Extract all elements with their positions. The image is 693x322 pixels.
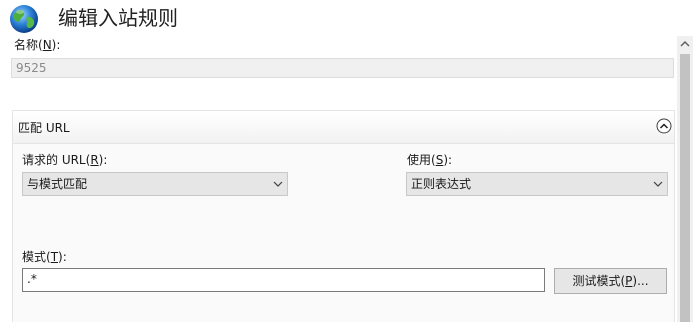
- using-dropdown[interactable]: 正则表达式: [406, 172, 668, 196]
- chevron-down-icon: [653, 181, 663, 187]
- vertical-scrollbar[interactable]: [677, 36, 693, 322]
- section-title: 匹配 URL: [18, 121, 70, 135]
- name-label: 名称(N):: [14, 38, 61, 52]
- using-label: 使用(S):: [407, 153, 453, 167]
- section-header[interactable]: 匹配 URL: [13, 111, 674, 144]
- chevron-up-circle-icon[interactable]: [656, 118, 672, 134]
- scroll-thumb[interactable]: [680, 54, 690, 322]
- requested-url-dropdown[interactable]: 与模式匹配: [22, 172, 288, 196]
- name-field[interactable]: 9525: [11, 58, 674, 78]
- globe-icon: [10, 5, 38, 33]
- requested-url-selected: 与模式匹配: [27, 177, 88, 191]
- page-title: 编辑入站规则: [58, 6, 178, 30]
- using-selected: 正则表达式: [411, 177, 472, 191]
- test-pattern-button[interactable]: 测试模式(P)...: [554, 268, 667, 294]
- pattern-input[interactable]: .*: [22, 268, 545, 292]
- scroll-up-arrow-icon[interactable]: [677, 36, 693, 52]
- requested-url-label: 请求的 URL(R):: [22, 153, 108, 167]
- header: 编辑入站规则: [0, 0, 693, 36]
- pattern-label: 模式(T):: [22, 250, 67, 264]
- chevron-down-icon: [273, 181, 283, 187]
